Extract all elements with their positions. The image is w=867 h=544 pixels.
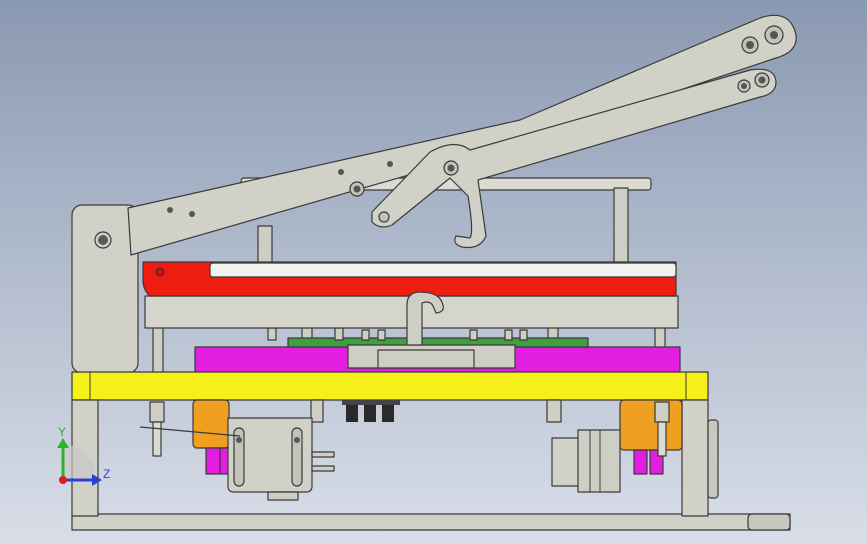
link-arm: [371, 68, 777, 249]
right-guide-sleeve: [619, 399, 683, 475]
left-column: [71, 204, 139, 374]
z-axis-label: Z: [103, 467, 110, 481]
connectors: [342, 400, 400, 422]
toggle-handle: [127, 14, 797, 256]
yellow-base-plate: [71, 371, 709, 401]
cad-viewport[interactable]: Y Z: [0, 0, 867, 544]
left-guide-sleeve: [192, 399, 231, 475]
y-axis-label: Y: [58, 425, 66, 439]
green-pcb: [267, 327, 589, 348]
left-clamp-bracket: [139, 417, 335, 501]
fixture-assembly-drawing: Y Z: [57, 14, 797, 531]
red-top-plate: [142, 261, 677, 297]
right-clamp-block: [551, 429, 621, 493]
